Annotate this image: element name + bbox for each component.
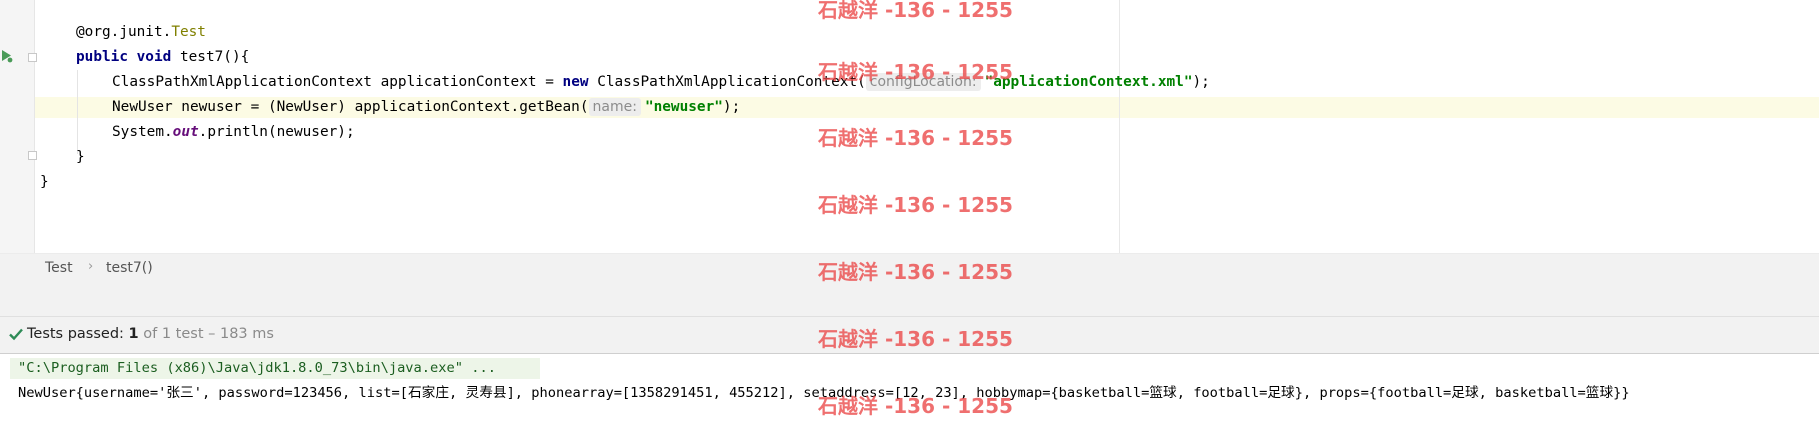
watermark-text: 石越洋 -136 - 1255 (818, 60, 1013, 84)
watermark-text: 石越洋 -136 - 1255 (818, 0, 1013, 22)
console-command-line[interactable]: "C:\Program Files (x86)\Java\jdk1.8.0_73… (18, 358, 496, 379)
watermark-text: 石越洋 -136 - 1255 (818, 327, 1013, 351)
breadcrumb-item-class[interactable]: Test (45, 260, 73, 276)
code-line-annotation[interactable]: @org.junit.Test (76, 22, 206, 43)
code-line-method-close[interactable]: } (76, 147, 85, 168)
watermark-text: 石越洋 -136 - 1255 (818, 193, 1013, 217)
fold-open-icon[interactable] (28, 53, 37, 62)
editor-gutter[interactable] (0, 0, 35, 253)
watermark-text: 石越洋 -136 - 1255 (818, 260, 1013, 284)
breadcrumb-separator: › (88, 259, 94, 274)
run-test-icon[interactable] (1, 48, 13, 63)
check-icon (9, 328, 23, 341)
breadcrumb-item-method[interactable]: test7() (106, 260, 153, 276)
watermark-text: 石越洋 -136 - 1255 (818, 394, 1013, 418)
param-hint-name: name: (588, 98, 641, 116)
code-line-class-close[interactable]: } (40, 172, 49, 193)
code-line-getbean[interactable]: NewUser newuser = (NewUser) applicationC… (112, 97, 740, 118)
watermark-text: 石越洋 -136 - 1255 (818, 126, 1013, 150)
test-status-text: Tests passed: 1 of 1 test – 183 ms (27, 326, 274, 342)
fold-close-icon[interactable] (28, 151, 37, 160)
right-margin-guide (1119, 0, 1120, 253)
indent-guide (77, 70, 78, 154)
code-line-println[interactable]: System.out.println(newuser); (112, 122, 355, 143)
code-line-context[interactable]: ClassPathXmlApplicationContext applicati… (112, 72, 1210, 93)
tool-window-header (0, 284, 1819, 317)
code-line-method-declaration[interactable]: public void test7(){ (76, 47, 249, 68)
